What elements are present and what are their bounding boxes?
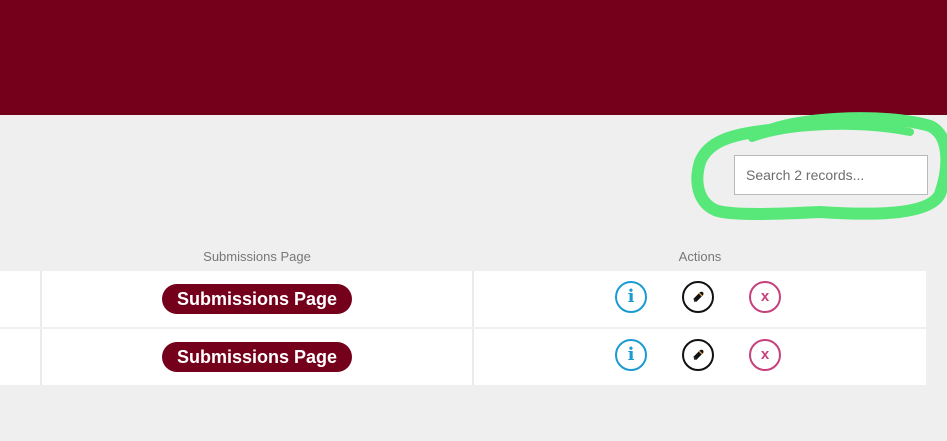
search-container [734, 155, 928, 195]
table-cell-actions: i x [474, 329, 926, 385]
table-row: Submissions Page i x [0, 271, 926, 327]
table-cell-empty [0, 271, 42, 327]
info-icon: i [627, 286, 635, 307]
column-header-actions: Actions [678, 249, 722, 264]
table-cell-empty [0, 329, 42, 385]
header-bar [0, 0, 947, 115]
close-icon: x [760, 345, 770, 363]
info-button[interactable]: i [615, 281, 647, 313]
delete-button[interactable]: x [749, 281, 781, 313]
edit-button[interactable] [682, 339, 714, 371]
table-cell-submissions: Submissions Page [42, 271, 474, 327]
info-icon: i [627, 344, 635, 365]
submissions-page-button[interactable]: Submissions Page [161, 284, 353, 314]
table-row: Submissions Page i x [0, 329, 926, 385]
table-cell-submissions: Submissions Page [42, 329, 474, 385]
pencil-icon [693, 349, 704, 360]
search-input[interactable] [734, 155, 928, 195]
column-header-submissions: Submissions Page [203, 249, 311, 264]
info-button[interactable]: i [615, 339, 647, 371]
edit-button[interactable] [682, 281, 714, 313]
pencil-icon [693, 291, 704, 302]
submissions-page-button[interactable]: Submissions Page [161, 342, 353, 372]
close-icon: x [760, 287, 770, 305]
delete-button[interactable]: x [749, 339, 781, 371]
table-cell-actions: i x [474, 271, 926, 327]
